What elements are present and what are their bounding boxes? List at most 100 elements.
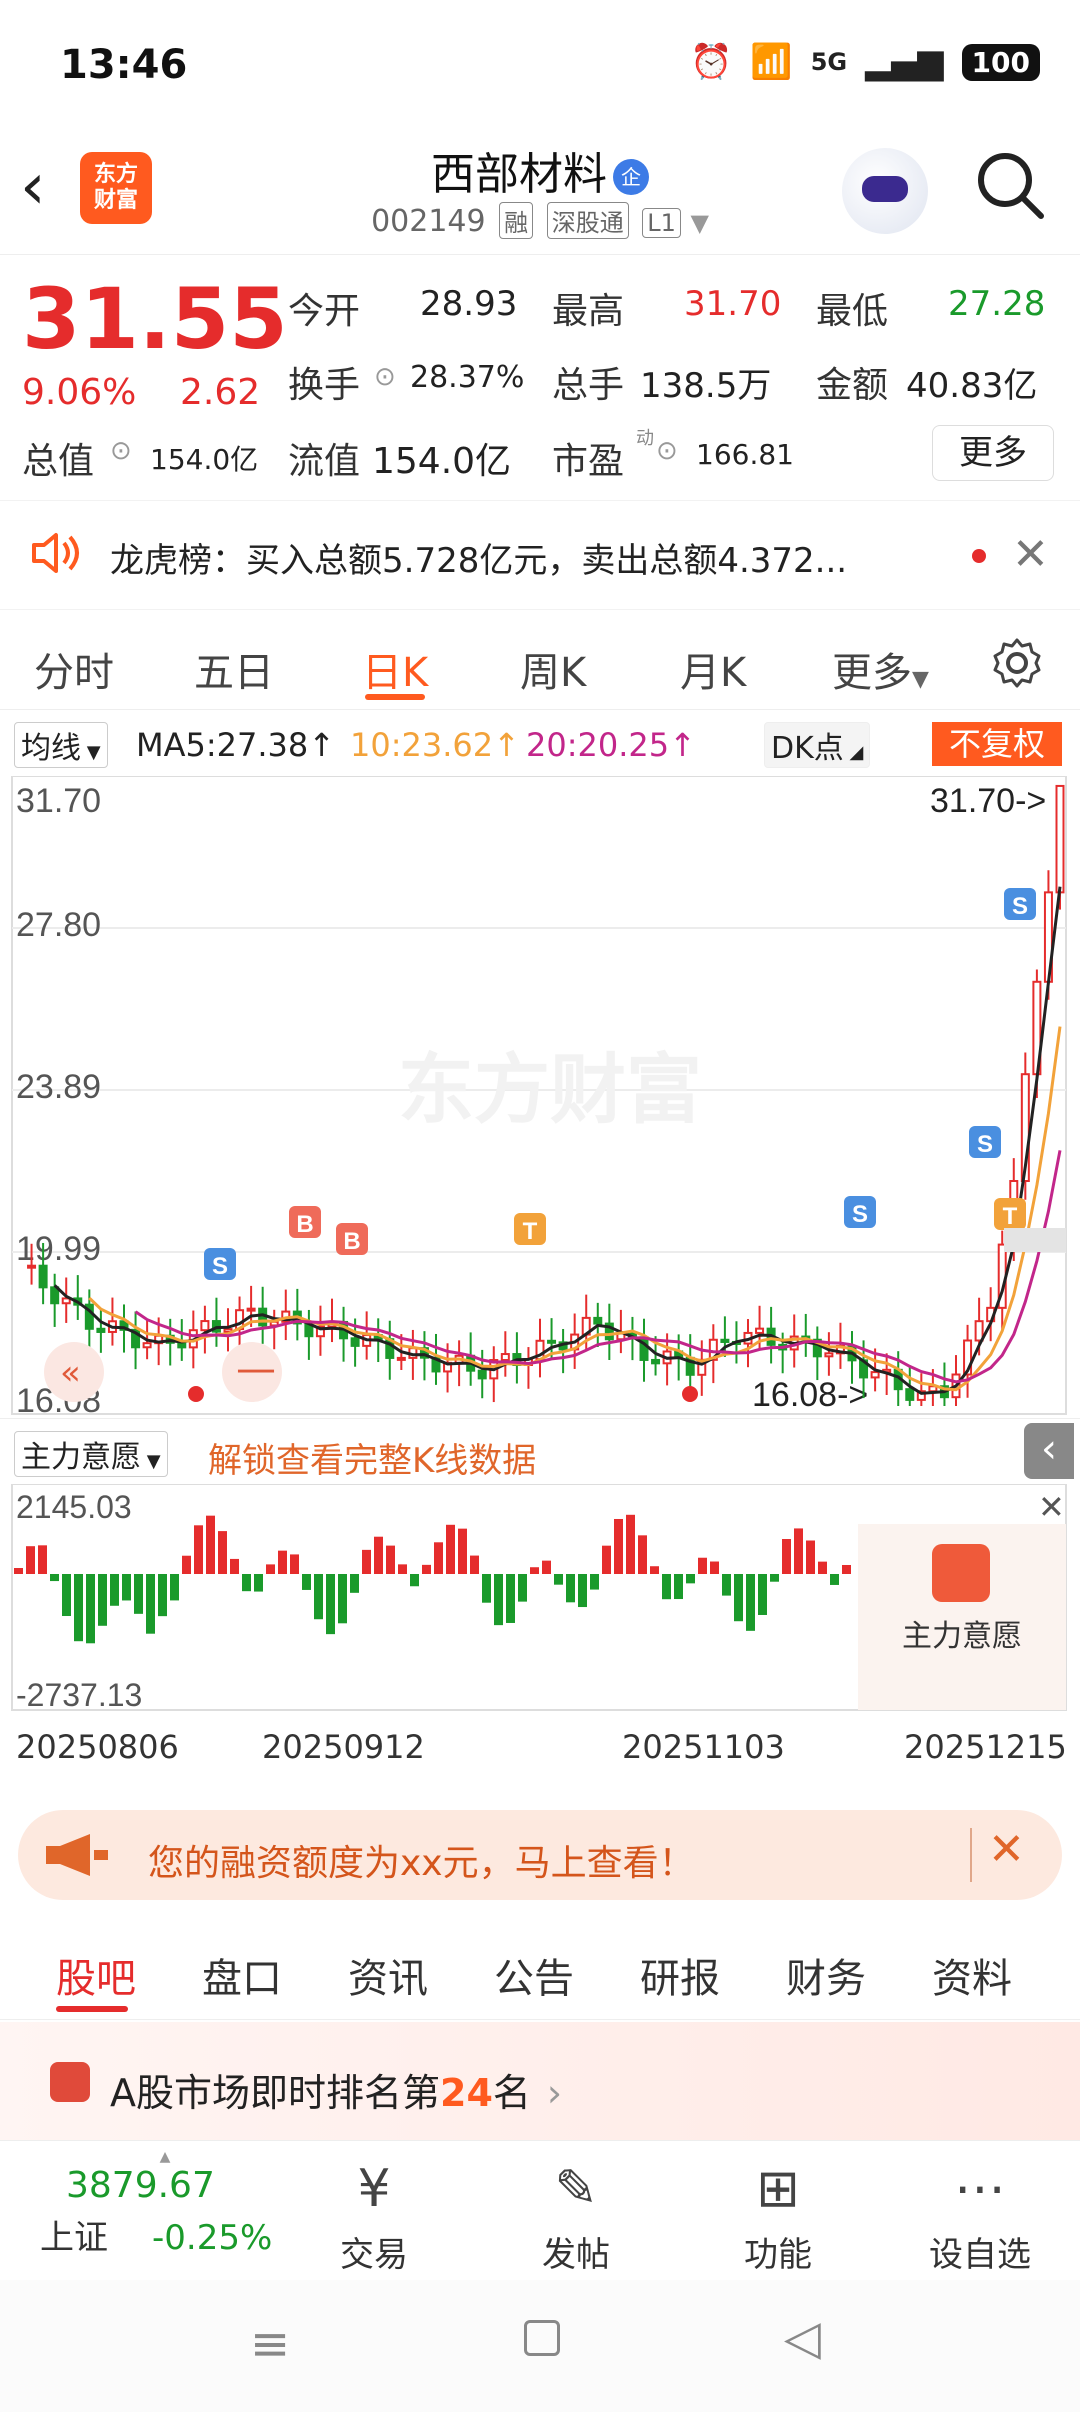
- tab-intraday[interactable]: 分时: [34, 640, 114, 698]
- post-label: 发帖: [542, 2235, 610, 2275]
- post-button[interactable]: ✎ 发帖: [506, 2159, 646, 2276]
- adjust-button[interactable]: 不复权: [932, 722, 1062, 766]
- menu-icon[interactable]: ≡: [250, 2316, 290, 2372]
- tab-profile[interactable]: 资料: [932, 1946, 1012, 2004]
- more-stats-button[interactable]: 更多: [932, 425, 1054, 481]
- close-icon[interactable]: ✕: [1038, 1488, 1065, 1526]
- main-force-bar: [62, 1574, 71, 1617]
- signal-marker-label: B: [296, 1211, 313, 1238]
- dk-point-select[interactable]: DK点 ◢: [764, 722, 871, 768]
- main-force-bar: [350, 1574, 359, 1593]
- tab-more[interactable]: 更多▼: [832, 640, 929, 698]
- low-marker-label: 16.08->: [752, 1376, 868, 1414]
- main-force-select[interactable]: 主力意愿 ▼: [14, 1431, 168, 1477]
- home-icon[interactable]: [524, 2320, 560, 2356]
- tab-five-day[interactable]: 五日: [194, 640, 274, 698]
- tab-announcements[interactable]: 公告: [494, 1946, 574, 2004]
- main-force-bar: [458, 1528, 467, 1574]
- settings-gear-icon[interactable]: [990, 636, 1044, 690]
- stat-turnover-label: 换手: [288, 365, 361, 406]
- stat-low-label: 最低: [816, 291, 889, 332]
- index-name: 上证: [40, 2218, 108, 2258]
- info-icon[interactable]: ⊙: [374, 362, 396, 392]
- functions-button[interactable]: ⊞ 功能: [708, 2159, 848, 2276]
- main-force-bar: [398, 1564, 407, 1574]
- back-nav-icon[interactable]: ◁: [784, 2310, 821, 2366]
- active-tab-indicator: [56, 2006, 128, 2012]
- ma20-value: 20:20.25↑: [526, 726, 696, 764]
- k-line-chart[interactable]: 东方财富 31.70 27.80 23.89 19.99 16.08 31.70…: [0, 776, 1080, 1416]
- rank-prefix: A股市场即时排名第: [110, 2071, 440, 2115]
- main-force-bar: [302, 1574, 311, 1590]
- stat-open-label: 今开: [288, 291, 361, 332]
- index-widget[interactable]: ▲ 3879.67 上证 -0.25%: [40, 2149, 290, 2259]
- main-force-badge: 主力意愿: [902, 1620, 1022, 1653]
- rank-suffix: 名: [492, 2071, 531, 2115]
- main-force-bar: [254, 1574, 263, 1592]
- info-icon[interactable]: ⊙: [656, 436, 678, 466]
- tab-monthly-k[interactable]: 月K: [680, 640, 746, 698]
- main-force-bar: [566, 1574, 575, 1603]
- active-tab-indicator: [365, 694, 425, 700]
- tab-finance[interactable]: 财务: [786, 1946, 866, 2004]
- wifi-icon: 📶: [750, 42, 793, 82]
- tab-more-label: 更多: [832, 650, 912, 696]
- candle-body: [593, 1316, 603, 1325]
- add-watchlist-button[interactable]: ⋯ 设自选: [910, 2159, 1050, 2276]
- trade-button[interactable]: ¥ 交易: [304, 2159, 444, 2276]
- unlock-link[interactable]: 解锁查看完整K线数据: [208, 1433, 536, 1482]
- tab-orderbook[interactable]: 盘口: [202, 1946, 282, 2004]
- main-force-chart: 2145.03 -2737.13 主力意愿 ✕: [11, 1484, 1067, 1713]
- main-force-bar: [50, 1574, 59, 1582]
- close-icon[interactable]: ✕: [1012, 529, 1049, 580]
- collapse-panel-button[interactable]: ‹: [1024, 1423, 1074, 1479]
- main-force-label: 主力意愿: [21, 1440, 141, 1475]
- megaphone-icon: [46, 1834, 108, 1876]
- ma-legend-row: 均线 ▼ MA5:27.38↑ 10:23.62↑ 20:20.25↑ DK点 …: [0, 720, 1080, 776]
- tab-research[interactable]: 研报: [640, 1946, 720, 2004]
- tab-forum[interactable]: 股吧: [56, 1946, 136, 2004]
- main-force-bar: [86, 1574, 95, 1644]
- rank-text: A股市场即时排名第24名 ›: [110, 2062, 562, 2117]
- margin-banner-text: 您的融资额度为xx元，马上查看！: [148, 1843, 695, 1884]
- main-force-bar: [482, 1574, 491, 1603]
- dropdown-icon: ▼: [690, 209, 709, 237]
- main-force-bar: [14, 1568, 23, 1574]
- stock-code: 002149: [371, 204, 486, 239]
- close-icon[interactable]: ✕: [988, 1824, 1025, 1875]
- content-tabs: 股吧 盘口 资讯 公告 研报 财务 资料: [0, 1920, 1080, 2020]
- indicator-select[interactable]: 均线 ▼: [14, 722, 108, 768]
- tab-daily-k[interactable]: 日K: [362, 640, 428, 698]
- main-force-bar: [710, 1561, 719, 1574]
- tab-weekly-k[interactable]: 周K: [520, 640, 586, 698]
- functions-label: 功能: [744, 2235, 812, 2275]
- stat-open-value: 28.93: [420, 284, 518, 324]
- main-force-bar: [278, 1550, 287, 1574]
- main-force-bar: [422, 1564, 431, 1574]
- market-rank-card[interactable]: A股市场即时排名第24名 ›: [0, 2022, 1080, 2142]
- assistant-robot-icon[interactable]: [842, 148, 928, 234]
- main-force-row: 主力意愿 ▼ 解锁查看完整K线数据 ‹: [0, 1418, 1080, 1484]
- rank-chart-icon: [50, 2062, 90, 2102]
- main-force-bar: [590, 1574, 599, 1590]
- app-header: ‹ 东方 财富 西部材料企 002149 融 深股通 L1 ▼: [0, 120, 1080, 255]
- dragon-tiger-banner[interactable]: 龙虎榜：买入总额5.728亿元，卖出总额4.372... ✕: [0, 500, 1080, 610]
- tab-news[interactable]: 资讯: [348, 1946, 428, 2004]
- chevron-up-icon: ▲: [159, 2149, 171, 2165]
- margin-banner[interactable]: 您的融资额度为xx元，马上查看！ ✕: [18, 1810, 1062, 1900]
- signal-marker-label: S: [977, 1131, 993, 1158]
- add-watchlist-label: 设自选: [929, 2235, 1031, 2275]
- main-force-bar: [170, 1574, 179, 1601]
- main-force-bar: [842, 1564, 851, 1574]
- info-icon[interactable]: ⊙: [110, 436, 132, 466]
- double-left-icon: «: [60, 1353, 81, 1393]
- candle-body: [500, 1353, 510, 1362]
- main-force-bar: [314, 1574, 323, 1620]
- stat-float-mv-value: 154.0亿: [372, 441, 512, 482]
- signal-marker-label: T: [523, 1218, 538, 1245]
- alarm-icon: ⏰: [690, 42, 733, 82]
- main-force-bar: [686, 1574, 695, 1584]
- high-marker-label: 31.70->: [930, 782, 1046, 820]
- search-icon[interactable]: [975, 150, 1045, 220]
- yen-icon: ¥: [357, 2159, 391, 2219]
